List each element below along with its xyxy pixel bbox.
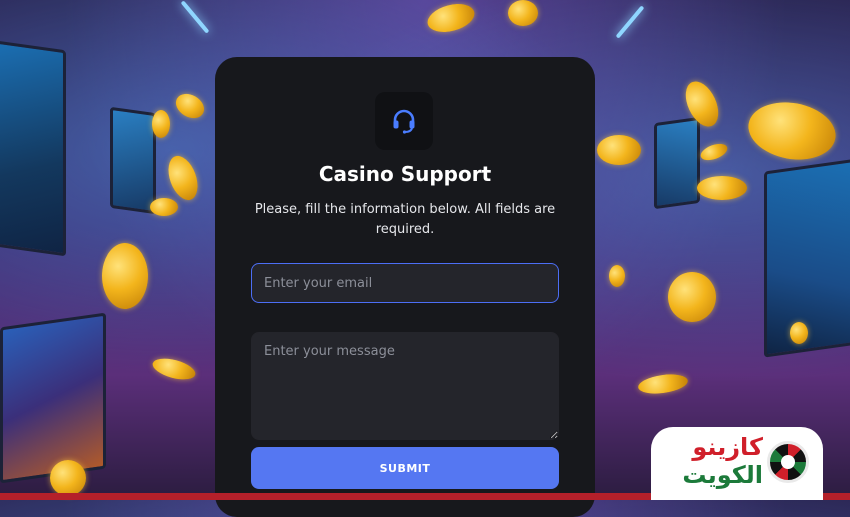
slot-screen — [0, 312, 106, 484]
ceiling-light — [180, 0, 210, 34]
support-form-card: Casino Support Please, fill the informat… — [215, 57, 595, 517]
headset-icon — [393, 109, 415, 134]
slot-screen — [0, 39, 66, 257]
gold-coin — [171, 88, 209, 124]
gold-coin — [668, 272, 716, 322]
gold-coin — [636, 371, 690, 397]
gold-coin — [609, 265, 625, 287]
gold-coin — [597, 135, 641, 165]
gold-coin — [698, 140, 730, 164]
brand-text-line2: الكويت — [682, 461, 763, 489]
gold-coin — [152, 110, 170, 138]
gold-coin — [424, 0, 478, 37]
gold-coin — [162, 151, 204, 205]
gold-coin — [743, 95, 841, 167]
form-subtitle: Please, fill the information below. All … — [254, 202, 556, 237]
ceiling-light — [615, 5, 645, 39]
roulette-icon — [767, 441, 809, 483]
slot-screen — [110, 106, 156, 215]
email-field[interactable] — [251, 263, 559, 303]
gold-coin — [150, 354, 198, 384]
gold-coin — [697, 176, 747, 200]
brand-text-line1: كازينو — [692, 433, 763, 461]
submit-button[interactable]: SUBMIT — [251, 447, 559, 489]
brand-logo[interactable]: كازينو الكويت — [651, 427, 823, 500]
gold-coin — [150, 198, 178, 216]
gold-coin — [50, 460, 86, 496]
form-title: Casino Support — [318, 162, 492, 186]
gold-coin — [102, 243, 148, 309]
gold-coin — [508, 0, 538, 26]
support-logo — [375, 92, 433, 150]
gold-coin — [790, 322, 808, 344]
slot-screen — [654, 116, 700, 210]
message-field[interactable] — [251, 332, 559, 440]
